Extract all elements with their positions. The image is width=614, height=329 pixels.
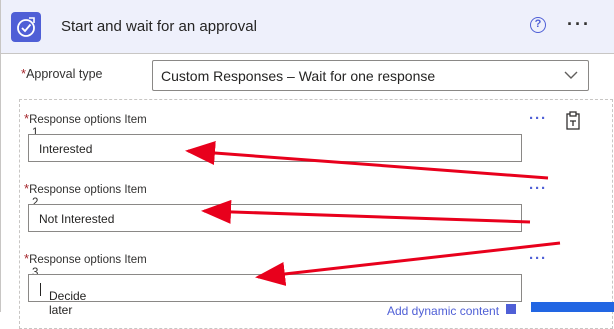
response-option-input-1[interactable]: Interested bbox=[28, 134, 522, 162]
item-more-icon[interactable]: ··· bbox=[529, 110, 547, 127]
response-option-value-wrap: Decide later bbox=[39, 282, 86, 317]
item-more-icon[interactable]: ··· bbox=[529, 250, 547, 267]
switch-to-array-icon[interactable] bbox=[564, 111, 582, 131]
approval-action-card: Start and wait for an approval ? ··· *Ap… bbox=[0, 0, 614, 329]
add-dynamic-content-link[interactable]: Add dynamic content bbox=[387, 304, 499, 318]
help-icon[interactable]: ? bbox=[530, 17, 546, 33]
response-option-input-3[interactable]: Decide later bbox=[28, 274, 522, 317]
response-option-label-text: Response options Item bbox=[29, 114, 147, 126]
approval-app-icon bbox=[11, 12, 41, 42]
item-more-icon[interactable]: ··· bbox=[529, 180, 547, 197]
approval-type-label-text: Approval type bbox=[26, 67, 103, 81]
dynamic-content-panel-edge bbox=[531, 302, 614, 312]
text-cursor bbox=[40, 283, 41, 297]
response-option-value: Decide later bbox=[49, 289, 87, 317]
add-dynamic-content-icon[interactable] bbox=[506, 304, 516, 314]
chevron-down-icon bbox=[564, 71, 578, 79]
response-option-input-2[interactable]: Not Interested bbox=[28, 204, 522, 232]
approval-type-dropdown[interactable]: Custom Responses – Wait for one response bbox=[152, 60, 589, 91]
response-option-label-text: Response options Item bbox=[29, 184, 147, 196]
action-title: Start and wait for an approval bbox=[61, 18, 257, 35]
response-option-value: Interested bbox=[39, 142, 93, 156]
more-options-icon[interactable]: ··· bbox=[567, 14, 591, 35]
response-option-label-text: Response options Item bbox=[29, 254, 147, 266]
approval-type-value: Custom Responses – Wait for one response bbox=[161, 68, 436, 84]
response-option-value: Not Interested bbox=[39, 212, 115, 226]
approval-type-label: *Approval type bbox=[21, 66, 103, 81]
action-header[interactable]: Start and wait for an approval ? ··· bbox=[1, 0, 614, 54]
